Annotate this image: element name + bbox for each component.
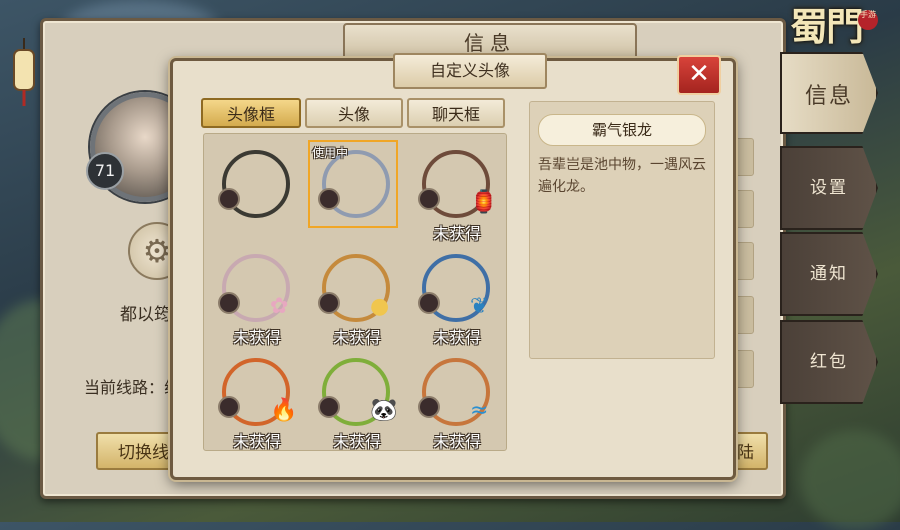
panda-icon: 🐼 — [370, 398, 398, 423]
avatar-frame-moon-flower-frame[interactable]: ● 未获得 — [308, 246, 406, 348]
current-line-label: 当前线路：线 — [84, 378, 181, 397]
moon-icon: ● — [370, 294, 390, 319]
avatar-frame-peacock-frame[interactable]: ❦ 未获得 — [408, 246, 506, 348]
frame-avatar-slot — [418, 292, 440, 314]
side-tab-info[interactable]: 信息 — [780, 52, 878, 134]
lantern-icon: 🏮 — [470, 190, 498, 215]
tab-chat-frame[interactable]: 聊天框 — [407, 98, 505, 128]
frame-status-label: 未获得 — [332, 432, 381, 451]
side-tab-red-packet[interactable]: 红包 — [780, 320, 878, 404]
frame-avatar-slot — [418, 188, 440, 210]
avatar-frame-basic-frame[interactable] — [208, 142, 306, 244]
background-scenery — [800, 430, 900, 530]
close-icon[interactable]: ✕ — [677, 55, 721, 95]
player-name: 都以筠 — [120, 305, 171, 325]
frame-avatar-slot — [218, 396, 240, 418]
flame-icon: 🔥 — [270, 398, 298, 423]
avatar-frame-panda-bamboo-frame[interactable]: 🐼 未获得 — [308, 350, 406, 451]
frame-status-label: 未获得 — [432, 224, 481, 243]
lantern-decoration — [10, 38, 38, 108]
frame-status-label: 未获得 — [232, 328, 281, 347]
wave-icon: ≈ — [470, 398, 489, 423]
custom-avatar-modal: 自定义头像 ✕ 头像框 头像 聊天框 🏮 未获得 ✿ 未获得 ● 未获得 ❦ 未获得 🔥 未获得 🐼… — [170, 53, 736, 480]
avatar-frame-flame-frame[interactable]: 🔥 未获得 — [208, 350, 306, 451]
frame-avatar-slot — [418, 396, 440, 418]
game-logo: 蜀門 — [790, 4, 864, 49]
frame-status-label: 未获得 — [332, 328, 381, 347]
avatar-frame-water-fire-frame[interactable]: ≈ 未获得 — [408, 350, 506, 451]
frame-description-panel: 霸气银龙 吾辈岂是池中物，一遇风云遍化龙。 — [529, 101, 715, 359]
logo-seal: 手游 — [858, 10, 878, 30]
avatar-frame-lantern-frame[interactable]: 🏮 未获得 — [408, 142, 506, 244]
frame-status-label: 未获得 — [432, 432, 481, 451]
avatar-frame-plum-blossom-frame[interactable]: ✿ 未获得 — [208, 246, 306, 348]
frame-status-label: 未获得 — [232, 432, 281, 451]
tab-avatar-frame[interactable]: 头像框 — [201, 98, 301, 128]
side-tab-settings[interactable]: 设置 — [780, 146, 878, 230]
frame-status-label: 未获得 — [432, 328, 481, 347]
frame-grid: 🏮 未获得 ✿ 未获得 ● 未获得 ❦ 未获得 🔥 未获得 🐼 未获得 ≈ 未获得 使用中 — [203, 133, 507, 451]
side-tab-notice[interactable]: 通知 — [780, 232, 878, 316]
selected-frame-name: 霸气银龙 — [538, 114, 706, 146]
feather-icon: ❦ — [470, 294, 489, 319]
blossom-icon: ✿ — [270, 294, 289, 319]
tab-avatar[interactable]: 头像 — [305, 98, 403, 128]
level-badge: 71 — [86, 152, 124, 190]
frame-avatar-slot — [218, 292, 240, 314]
frame-avatar-slot — [218, 188, 240, 210]
in-use-label: 使用中 — [312, 146, 349, 160]
frame-avatar-slot — [318, 292, 340, 314]
selected-frame-description: 吾辈岂是池中物，一遇风云遍化龙。 — [538, 157, 706, 195]
frame-avatar-slot — [318, 396, 340, 418]
modal-title: 自定义头像 — [393, 53, 547, 89]
